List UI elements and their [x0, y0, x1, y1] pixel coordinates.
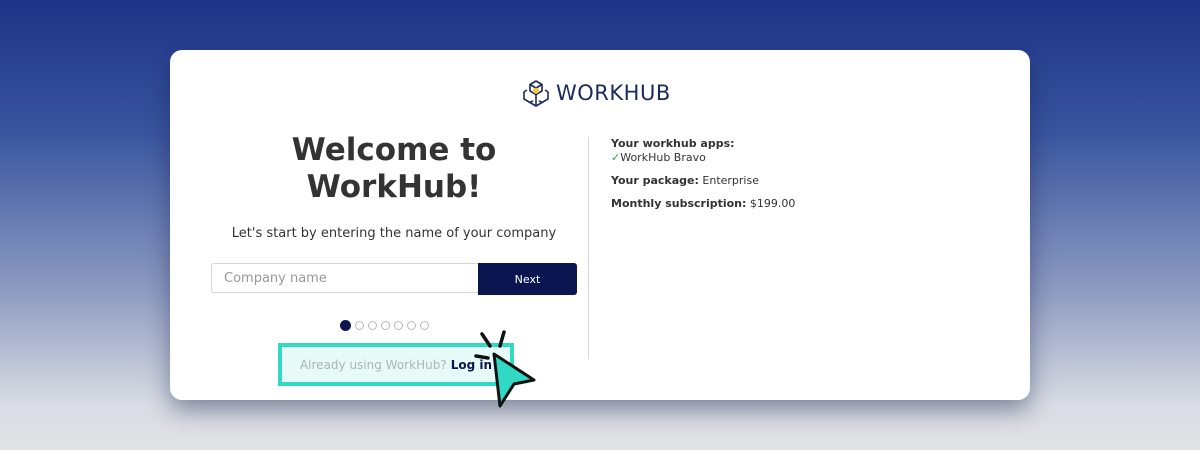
- step-dot: [355, 321, 364, 330]
- step-dot: [407, 321, 416, 330]
- plan-summary: Your workhub apps: ✓WorkHub Bravo Your p…: [611, 137, 795, 220]
- package-row: Your package: Enterprise: [611, 174, 795, 188]
- package-value: Enterprise: [702, 174, 759, 187]
- step-indicator: [340, 320, 429, 331]
- title-line-2: WorkHub!: [306, 169, 482, 205]
- step-dot: [394, 321, 403, 330]
- signup-card: WORKHUB Welcome to WorkHub! Let's start …: [170, 50, 1030, 408]
- title-line-1: Welcome to: [291, 132, 497, 168]
- workhub-logo: WORKHUB: [522, 78, 671, 108]
- step-dot: [340, 320, 351, 331]
- package-label: Your package:: [611, 174, 699, 187]
- subscription-value: $199.00: [749, 197, 796, 210]
- step-dot: [420, 321, 429, 330]
- step-dot: [381, 321, 390, 330]
- subscription-label: Monthly subscription:: [611, 197, 747, 210]
- page-title: Welcome to WorkHub!: [244, 132, 544, 206]
- login-link[interactable]: Log in: [451, 358, 492, 372]
- login-prompt: Already using WorkHub? Log in: [278, 343, 514, 386]
- step-dot: [368, 321, 377, 330]
- app-item: ✓WorkHub Bravo: [611, 151, 795, 165]
- subtitle: Let's start by entering the name of your…: [231, 226, 557, 241]
- apps-section: Your workhub apps: ✓WorkHub Bravo: [611, 137, 795, 165]
- brand-name: WORKHUB: [556, 81, 671, 105]
- login-prompt-text: Already using WorkHub?: [299, 357, 447, 372]
- app-name: WorkHub Bravo: [620, 151, 706, 164]
- apps-label: Your workhub apps:: [611, 137, 735, 150]
- subscription-row: Monthly subscription: $199.00: [611, 197, 795, 211]
- check-icon: ✓: [611, 151, 621, 164]
- next-button[interactable]: Next: [478, 263, 577, 295]
- company-name-input[interactable]: [211, 263, 478, 293]
- divider: [588, 137, 589, 359]
- cube-cluster-icon: [523, 80, 549, 107]
